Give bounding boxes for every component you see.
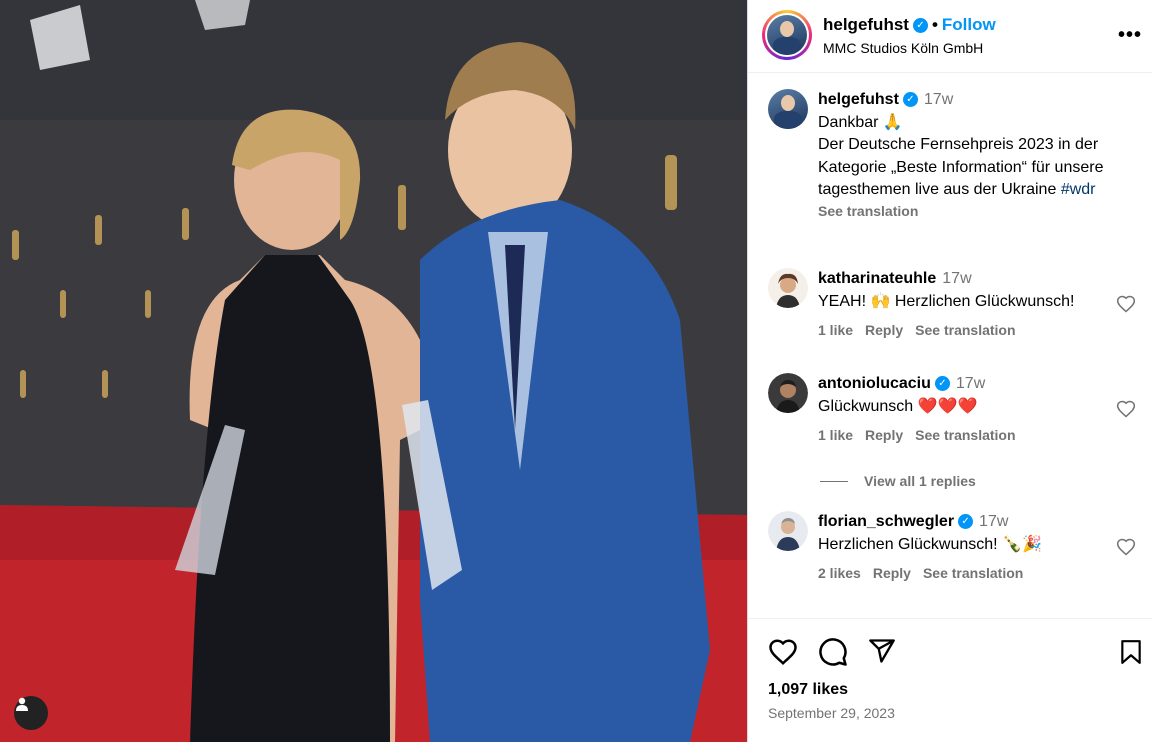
comment-username[interactable]: antoniolucaciu: [818, 375, 931, 392]
see-translation-link[interactable]: See translation: [923, 565, 1023, 581]
comments-list[interactable]: helgefuhst ✓ 17w Dankbar 🙏 Der Deutsche Fe…: [748, 73, 1152, 618]
post-date[interactable]: September 29, 2023: [768, 705, 895, 721]
comment-text: YEAH! 🙌 Herzlichen Glückwunsch!: [818, 292, 1075, 310]
avatar[interactable]: [768, 268, 808, 308]
story-ring[interactable]: [762, 10, 812, 60]
like-comment-heart-icon[interactable]: [1116, 294, 1136, 314]
save-bookmark-icon[interactable]: [1118, 637, 1144, 667]
like-comment-heart-icon[interactable]: [1116, 537, 1136, 557]
verified-icon: ✓: [958, 514, 974, 530]
reply-button[interactable]: Reply: [873, 565, 911, 581]
comment-likes[interactable]: 1 like: [818, 322, 853, 338]
action-bar: 1,097 likes September 29, 2023: [748, 618, 1152, 743]
see-translation-link[interactable]: See translation: [818, 202, 1134, 220]
avatar[interactable]: [768, 89, 808, 129]
tagged-users-icon[interactable]: [14, 696, 48, 730]
verified-icon: ✓: [934, 376, 950, 392]
comment-text: Herzlichen Glückwunsch! 🍾🎉: [818, 535, 1042, 553]
separator-dot: •: [931, 15, 938, 34]
comment-text: Glückwunsch ❤️❤️❤️: [818, 397, 978, 415]
caption-time[interactable]: 17w: [924, 91, 953, 108]
view-replies-button[interactable]: View all 1 replies: [820, 473, 976, 489]
comment-time[interactable]: 17w: [956, 375, 985, 392]
see-translation-link[interactable]: See translation: [915, 322, 1015, 338]
photo-scene: [0, 0, 747, 742]
hashtag-link[interactable]: #wdr: [1061, 181, 1096, 198]
post-author-username[interactable]: helgefuhst: [823, 15, 909, 34]
verified-icon: ✓: [912, 18, 928, 34]
comment-icon[interactable]: [818, 637, 848, 667]
share-icon[interactable]: [868, 637, 896, 665]
view-replies-label: View all 1 replies: [864, 473, 976, 489]
comment-time[interactable]: 17w: [942, 270, 971, 287]
avatar[interactable]: [767, 15, 807, 55]
comment-username[interactable]: katharinateuhle: [818, 270, 936, 287]
post-location[interactable]: MMC Studios Köln GmbH: [823, 40, 983, 56]
caption-username[interactable]: helgefuhst: [818, 91, 899, 108]
comment-time[interactable]: 17w: [979, 513, 1008, 530]
reply-button[interactable]: Reply: [865, 322, 903, 338]
post-photo[interactable]: [0, 0, 747, 742]
verified-icon: ✓: [902, 92, 918, 108]
caption-line-1: Dankbar 🙏: [818, 113, 903, 131]
comment-likes[interactable]: 2 likes: [818, 565, 861, 581]
like-comment-heart-icon[interactable]: [1116, 399, 1136, 419]
reply-button[interactable]: Reply: [865, 427, 903, 443]
see-translation-link[interactable]: See translation: [915, 427, 1015, 443]
comment-username[interactable]: florian_schwegler: [818, 513, 954, 530]
avatar[interactable]: [768, 373, 808, 413]
post-header: helgefuhst ✓ • Follow MMC Studios Köln GmbH…: [748, 0, 1152, 73]
post-side-panel: helgefuhst ✓ • Follow MMC Studios Köln GmbH…: [748, 0, 1152, 742]
comment-likes[interactable]: 1 like: [818, 427, 853, 443]
avatar[interactable]: [768, 511, 808, 551]
likes-count[interactable]: 1,097 likes: [768, 681, 848, 699]
more-options-icon[interactable]: •••: [1118, 24, 1142, 47]
replies-line: [820, 480, 848, 482]
follow-button[interactable]: Follow: [942, 15, 996, 34]
like-heart-icon[interactable]: [768, 637, 798, 667]
